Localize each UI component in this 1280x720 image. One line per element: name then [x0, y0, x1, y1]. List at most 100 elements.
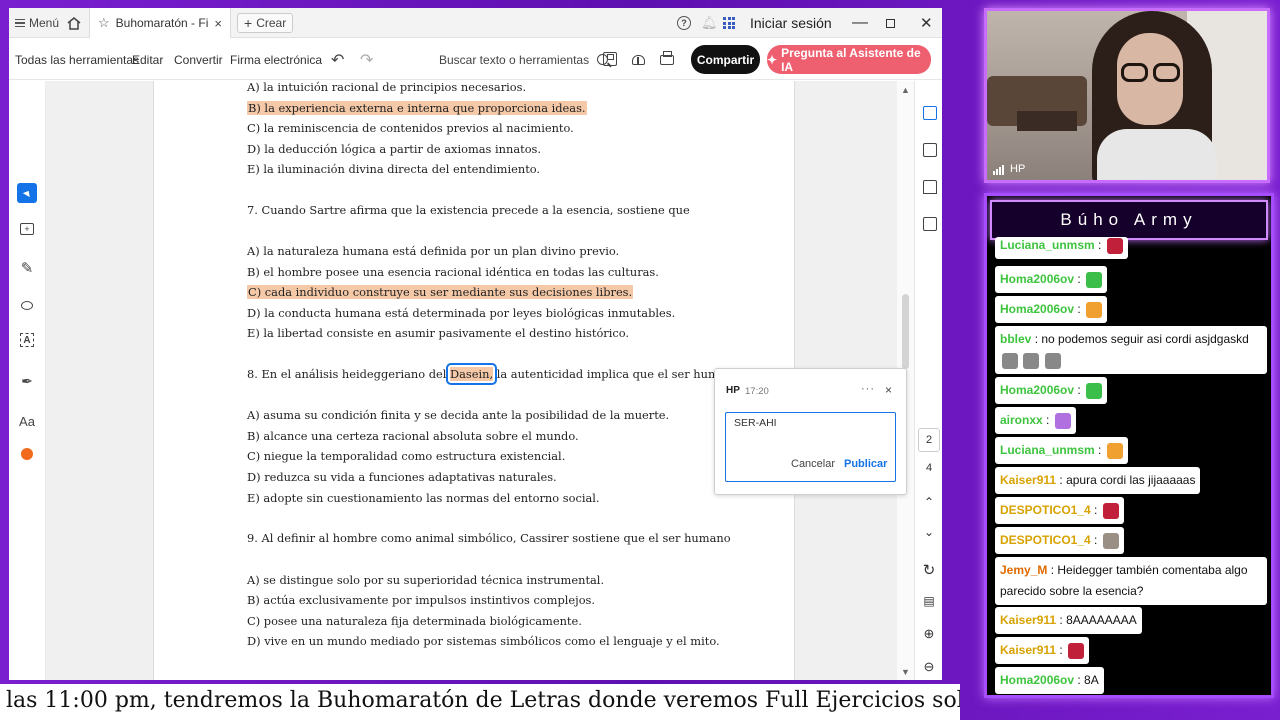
maximize-icon[interactable] [886, 8, 895, 38]
chat-message: DESPOTICO1_4 : [995, 527, 1124, 554]
pen-icon[interactable]: ✎ [17, 258, 37, 278]
sign-in-link[interactable]: Iniciar sesión [750, 8, 832, 38]
acrobat-window: Menú ☆ Buhomaratón - Filos... × + Crear … [9, 8, 942, 680]
document-tab[interactable]: ☆ Buhomaratón - Filos... × [89, 8, 231, 38]
ai-assistant-button[interactable]: ✦ Pregunta al Asistente de IA [767, 45, 931, 74]
highlighted-answer[interactable]: B) la experiencia externa e interna que … [247, 101, 587, 115]
main-toolbar: Todas las herramientas Editar Convertir … [9, 39, 942, 80]
pdf-page[interactable]: A) la intuición racional de principios n… [153, 81, 795, 680]
chat-message: Kaiser911 : 8AAAAAAAA [995, 607, 1142, 634]
menu-button[interactable]: Menú [15, 8, 59, 38]
esign-button[interactable]: Firma electrónica [230, 39, 322, 80]
answer-line: D) la conducta humana está determinada p… [247, 306, 676, 320]
emote-icon [1102, 502, 1119, 519]
home-icon[interactable] [67, 8, 81, 38]
answer-line: C) niegue la temporalidad como estructur… [247, 449, 566, 463]
convert-button[interactable]: Convertir [174, 39, 223, 80]
scroll-down-arrow-icon[interactable]: ▼ [901, 667, 910, 677]
zoom-out-icon[interactable]: ⊖ [918, 659, 940, 675]
webcam-feed: HP [984, 8, 1270, 183]
emote-icon [1086, 382, 1103, 399]
chat-username: Jemy_M [1000, 563, 1048, 577]
scroll-up-arrow-icon[interactable]: ▲ [901, 85, 910, 95]
scrollbar-thumb[interactable] [902, 294, 909, 369]
title-bar: Menú ☆ Buhomaratón - Filos... × + Crear … [9, 8, 942, 38]
chat-text: : [1077, 272, 1081, 286]
close-window-icon[interactable]: ✕ [920, 8, 933, 38]
question-text-start: 8. En el análisis heideggeriano del [247, 367, 447, 381]
bookmark-icon[interactable] [923, 180, 937, 194]
signal-icon [1002, 165, 1004, 175]
cancel-button[interactable]: Cancelar [791, 458, 835, 470]
chat-message: aironxx : [995, 407, 1076, 434]
previous-page-icon[interactable]: ⌃ [918, 495, 940, 509]
print-icon[interactable] [660, 51, 674, 65]
current-page-input[interactable]: 2 [918, 428, 940, 452]
signal-icon [999, 167, 1001, 175]
save-icon[interactable] [603, 52, 617, 66]
rotate-icon[interactable]: ↻ [918, 561, 940, 579]
comments-panel-icon[interactable] [923, 106, 937, 120]
more-options-icon[interactable]: ··· [861, 383, 875, 395]
create-button[interactable]: + Crear [237, 13, 294, 33]
chat-text: : [1094, 533, 1098, 547]
right-tool-rail: 2 4 ⌃ ⌄ ↻ ▤ ⊕ ⊖ [914, 81, 942, 680]
cloud-upload-icon[interactable] [631, 52, 645, 66]
commented-highlight-dasein[interactable]: Dasein, [445, 363, 498, 385]
menu-label: Menú [29, 16, 60, 30]
plus-icon: + [244, 15, 253, 31]
all-tools-button[interactable]: Todas las herramientas [15, 39, 139, 80]
chat-username: Homa2006ov [1000, 673, 1075, 687]
next-page-icon[interactable]: ⌄ [918, 525, 940, 539]
emote-icon [1106, 442, 1123, 459]
chat-bubble-icon[interactable] [923, 143, 937, 157]
chat-text: : [1077, 383, 1081, 397]
answer-line: D) vive en un mundo mediado por sistemas… [247, 634, 720, 648]
chat-message: Kaiser911 : apura cordi las jijaaaaas [995, 467, 1201, 494]
chat-username: Homa2006ov [1000, 302, 1075, 316]
emote-icon [1054, 412, 1071, 429]
select-tool-icon[interactable] [17, 183, 37, 203]
answer-line: C) cada individuo construye su ser media… [247, 284, 634, 300]
bell-icon[interactable]: 🔔︎ [701, 8, 718, 38]
chat-username: Kaiser911 [1000, 613, 1057, 627]
publish-button[interactable]: Publicar [844, 458, 887, 470]
copy-pages-icon[interactable] [923, 217, 937, 231]
undo-icon[interactable]: ↶ [331, 39, 344, 80]
chat-text: : [1098, 238, 1102, 252]
star-icon[interactable]: ☆ [98, 15, 110, 31]
emote-icon [1086, 271, 1103, 288]
apps-grid-icon[interactable] [723, 8, 735, 38]
color-picker-icon[interactable] [17, 444, 37, 464]
chat-message: Luciana_unmsm : [995, 237, 1128, 259]
zoom-in-icon[interactable]: ⊕ [918, 626, 940, 642]
search-tools-field[interactable]: Buscar texto o herramientas [439, 39, 609, 80]
redo-icon[interactable]: ↷ [360, 39, 373, 80]
close-tab-icon[interactable]: × [214, 16, 222, 31]
answer-line: E) la iluminación divina directa del ent… [247, 162, 541, 176]
answer-line: E) la libertad consiste en asumir pasiva… [247, 326, 630, 340]
font-size-tool[interactable]: Aa [17, 411, 37, 431]
chat-username: DESPOTICO1_4 [1000, 533, 1091, 547]
lasso-icon[interactable] [17, 295, 37, 315]
question-line: 9. Al definir al hombre como animal simb… [247, 531, 731, 545]
edit-button[interactable]: Editar [132, 39, 163, 80]
text-select-icon[interactable]: A [20, 333, 34, 347]
share-button[interactable]: Compartir [691, 45, 760, 74]
help-icon[interactable]: ? [677, 16, 691, 30]
answer-line: D) reduzca su vida a funciones adaptativ… [247, 470, 557, 484]
document-properties-icon[interactable]: ▤ [918, 594, 940, 608]
comment-input[interactable]: SER-AHI [725, 412, 896, 482]
answer-line: B) alcance una certeza racional absoluta… [247, 429, 579, 443]
minimize-icon[interactable]: — [852, 8, 868, 38]
chat-message: Homa2006ov : [995, 377, 1108, 404]
close-comment-icon[interactable]: × [885, 383, 892, 397]
chat-text: : [1098, 443, 1102, 457]
highlighted-answer[interactable]: C) cada individuo construye su ser media… [247, 285, 634, 299]
chat-text: : [1077, 302, 1081, 316]
search-tools-placeholder: Buscar texto o herramientas [439, 52, 590, 67]
stamp-icon[interactable]: ✒ [17, 371, 37, 391]
chat-text: : apura cordi las jijaaaaas [1059, 473, 1196, 487]
add-comment-icon[interactable]: + [20, 223, 34, 235]
webcam-label: HP [993, 163, 1025, 175]
